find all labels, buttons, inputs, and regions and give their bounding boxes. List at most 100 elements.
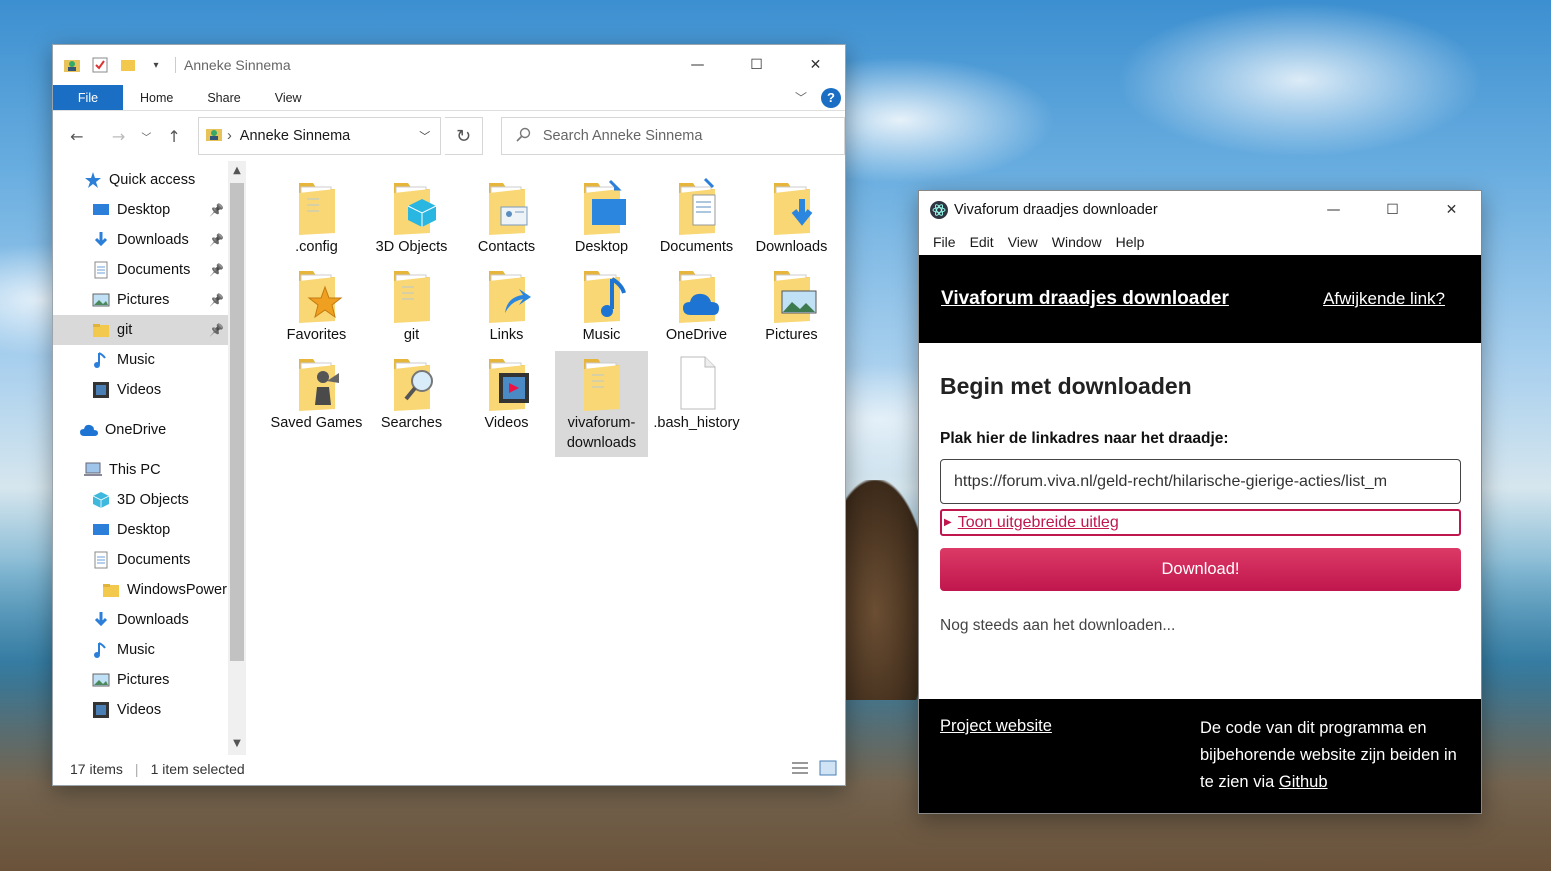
- download-icon: [91, 231, 111, 249]
- nav-item[interactable]: Music: [53, 635, 228, 665]
- up-button[interactable]: ↑: [162, 124, 186, 148]
- pc-icon: [83, 461, 103, 479]
- folder-music-icon: [574, 265, 630, 325]
- expand-ribbon-icon[interactable]: ﹀: [795, 89, 807, 106]
- large-icons-view-icon[interactable]: [819, 760, 837, 779]
- viva-titlebar[interactable]: Vivaforum draadjes downloader — ☐ ✕: [919, 191, 1481, 229]
- file-name: vivaforum-downloads: [566, 415, 637, 451]
- explanation-toggle-label: Toon uitgebreide uitleg: [957, 513, 1119, 531]
- tab-home[interactable]: Home: [123, 85, 190, 110]
- nav-item[interactable]: git 📌: [53, 315, 228, 345]
- file-list[interactable]: .config 3D Objects Contacts Desktop Document…: [246, 161, 845, 755]
- file-name: git: [403, 327, 420, 343]
- tab-view[interactable]: View: [258, 85, 319, 110]
- file-name: Favorites: [286, 327, 347, 343]
- navigation-bar: ← → ﹀ ↑ › Anneke Sinnema ﹀ ↻ Search Anne…: [53, 111, 845, 161]
- breadcrumb-separator-icon: ›: [226, 128, 232, 144]
- nav-item[interactable]: Pictures: [53, 665, 228, 695]
- download-button[interactable]: Download!: [940, 548, 1461, 591]
- viva-maximize-button[interactable]: ☐: [1363, 191, 1422, 229]
- nav-item-label: Downloads: [117, 232, 189, 248]
- pin-icon: 📌: [209, 263, 224, 277]
- address-bar[interactable]: › Anneke Sinnema ﹀: [197, 117, 442, 155]
- file-item[interactable]: Videos: [460, 351, 553, 457]
- url-input[interactable]: https://forum.viva.nl/geld-recht/hilaris…: [940, 459, 1461, 504]
- help-icon[interactable]: ?: [821, 87, 841, 108]
- customize-toolbar-icon[interactable]: ▾: [147, 56, 165, 74]
- file-item[interactable]: Saved Games: [270, 351, 363, 457]
- nav-item[interactable]: Desktop: [53, 515, 228, 545]
- properties-icon[interactable]: [91, 56, 109, 74]
- file-item[interactable]: vivaforum-downloads: [555, 351, 648, 457]
- viva-minimize-button[interactable]: —: [1304, 191, 1363, 229]
- tab-file[interactable]: File: [53, 85, 123, 110]
- folder-doc-icon: [574, 353, 630, 413]
- viva-close-button[interactable]: ✕: [1422, 191, 1481, 229]
- nav-item-label: Music: [117, 352, 155, 368]
- nav-item-label: Videos: [117, 702, 162, 718]
- file-item[interactable]: Pictures: [745, 263, 838, 369]
- recent-locations-button[interactable]: ﹀: [134, 124, 158, 148]
- close-button[interactable]: ✕: [786, 45, 845, 85]
- nav-item[interactable]: Downloads: [53, 605, 228, 635]
- file-name: Links: [489, 327, 524, 343]
- explorer-titlebar[interactable]: ▾ Anneke Sinnema — ☐ ✕: [53, 45, 845, 85]
- file-item[interactable]: .bash_history: [650, 351, 743, 457]
- url-input-label: Plak hier de linkadres naar het draadje:: [940, 430, 1229, 447]
- file-name: Music: [582, 327, 621, 343]
- tab-share[interactable]: Share: [190, 85, 257, 110]
- nav-item[interactable]: Documents 📌: [53, 255, 228, 285]
- search-input[interactable]: Search Anneke Sinnema: [500, 117, 845, 155]
- file-item[interactable]: Searches: [365, 351, 458, 457]
- minimize-button[interactable]: —: [668, 45, 727, 85]
- pictures-icon: [91, 291, 111, 309]
- nav-scrollbar[interactable]: ▲ ▼: [228, 161, 246, 755]
- nav-item[interactable]: 3D Objects: [53, 485, 228, 515]
- explanation-toggle[interactable]: ▶ Toon uitgebreide uitleg: [940, 509, 1461, 536]
- github-link[interactable]: Github: [1279, 773, 1328, 791]
- nav-item[interactable]: Pictures 📌: [53, 285, 228, 315]
- new-folder-icon[interactable]: [119, 56, 137, 74]
- brand-link[interactable]: Vivaforum draadjes downloader: [941, 288, 1229, 310]
- nav-item[interactable]: Quick access: [53, 165, 228, 195]
- folder-doc-icon: [289, 177, 345, 237]
- refresh-button[interactable]: ↻: [445, 117, 483, 155]
- file-name: Searches: [380, 415, 443, 431]
- nav-item[interactable]: This PC: [53, 455, 228, 485]
- nav-item[interactable]: Documents: [53, 545, 228, 575]
- alternative-link[interactable]: Afwijkende link?: [1323, 289, 1445, 309]
- details-view-icon[interactable]: [791, 760, 809, 779]
- menu-file[interactable]: File: [927, 234, 962, 250]
- vivaforum-downloader-window[interactable]: Vivaforum draadjes downloader — ☐ ✕ File…: [918, 190, 1482, 814]
- desktop-icon: [91, 521, 111, 539]
- nav-item[interactable]: Desktop 📌: [53, 195, 228, 225]
- project-website-link[interactable]: Project website: [940, 717, 1052, 736]
- viva-main: Begin met downloaden Plak hier de linkad…: [919, 373, 1481, 635]
- menu-window[interactable]: Window: [1046, 234, 1108, 250]
- scroll-down-icon[interactable]: ▼: [228, 738, 246, 749]
- file-explorer-window[interactable]: ▾ Anneke Sinnema — ☐ ✕ File Home Share V…: [52, 44, 846, 786]
- music-icon: [91, 641, 111, 659]
- nav-item[interactable]: Videos: [53, 695, 228, 725]
- file-name: Contacts: [477, 239, 536, 255]
- menu-view[interactable]: View: [1002, 234, 1044, 250]
- nav-item[interactable]: OneDrive: [53, 415, 228, 445]
- chevron-down-icon[interactable]: ﹀: [419, 128, 430, 144]
- menu-help[interactable]: Help: [1110, 234, 1151, 250]
- scroll-thumb[interactable]: [230, 183, 244, 661]
- maximize-button[interactable]: ☐: [727, 45, 786, 85]
- back-button[interactable]: ←: [65, 124, 89, 148]
- menu-edit[interactable]: Edit: [964, 234, 1000, 250]
- cube-icon: [91, 491, 111, 509]
- nav-item[interactable]: Downloads 📌: [53, 225, 228, 255]
- breadcrumb[interactable]: Anneke Sinnema: [240, 128, 419, 144]
- folder-picture-icon: [764, 265, 820, 325]
- nav-item[interactable]: Music: [53, 345, 228, 375]
- scroll-up-icon[interactable]: ▲: [228, 165, 246, 176]
- viva-window-title: Vivaforum draadjes downloader: [954, 202, 1158, 218]
- status-bar: 17 items | 1 item selected: [53, 753, 845, 785]
- nav-item[interactable]: WindowsPower: [53, 575, 228, 605]
- nav-item[interactable]: Videos: [53, 375, 228, 405]
- forward-button[interactable]: →: [107, 124, 131, 148]
- navigation-pane[interactable]: Quick access Desktop 📌 Downloads 📌 Documents 📌…: [53, 161, 228, 755]
